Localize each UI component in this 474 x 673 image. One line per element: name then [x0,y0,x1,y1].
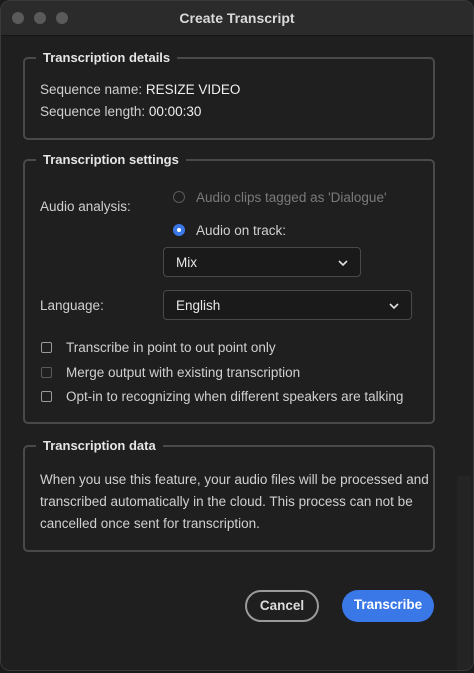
sequence-length-row: Sequence length: 00:00:30 [40,104,201,119]
title-bar: Create Transcript [1,1,473,36]
cancel-button[interactable]: Cancel [245,590,319,622]
sequence-length-label: Sequence length: [40,104,146,119]
transcribe-button[interactable]: Transcribe [342,590,434,622]
sequence-name-row: Sequence name: RESIZE VIDEO [40,82,240,97]
language-select[interactable]: English [163,290,412,320]
track-select[interactable]: Mix [163,247,361,277]
track-select-value: Mix [176,255,197,270]
checkbox-in-out-label: Transcribe in point to out point only [66,340,276,355]
sequence-length-value: 00:00:30 [148,104,202,119]
checkbox-in-out-point[interactable] [41,342,52,353]
data-text-line-2: transcribed automatically in the cloud. … [40,494,413,509]
scrollbar[interactable] [457,476,471,670]
audio-analysis-label: Audio analysis: [40,199,131,214]
chevron-down-icon [338,260,348,267]
transcription-data-heading: Transcription data [43,438,156,453]
chevron-down-icon [389,303,399,310]
language-label: Language: [40,298,104,313]
transcription-details-heading: Transcription details [43,50,171,65]
checkbox-speakers-label: Opt-in to recognizing when different spe… [66,389,404,404]
checkbox-speakers[interactable] [41,391,52,402]
checkbox-merge-output[interactable] [41,367,52,378]
radio-track-label: Audio on track: [196,223,287,238]
window-title: Create Transcript [179,10,295,26]
create-transcript-dialog: Create Transcript Transcription details … [0,0,474,671]
data-text-line-1: When you use this feature, your audio fi… [40,472,429,487]
dialog-content: Transcription details Sequence name: RES… [1,36,473,670]
radio-dialogue-clips[interactable] [173,191,185,203]
transcription-settings-heading: Transcription settings [43,152,179,167]
checkbox-merge-label: Merge output with existing transcription [66,365,301,380]
data-text-line-3: cancelled once sent for transcription. [40,516,260,531]
sequence-name-value: RESIZE VIDEO [145,82,241,97]
sequence-name-label: Sequence name: [40,82,143,97]
language-select-value: English [176,298,221,313]
radio-dialogue-label: Audio clips tagged as 'Dialogue' [196,190,387,205]
radio-audio-on-track[interactable] [173,224,185,236]
